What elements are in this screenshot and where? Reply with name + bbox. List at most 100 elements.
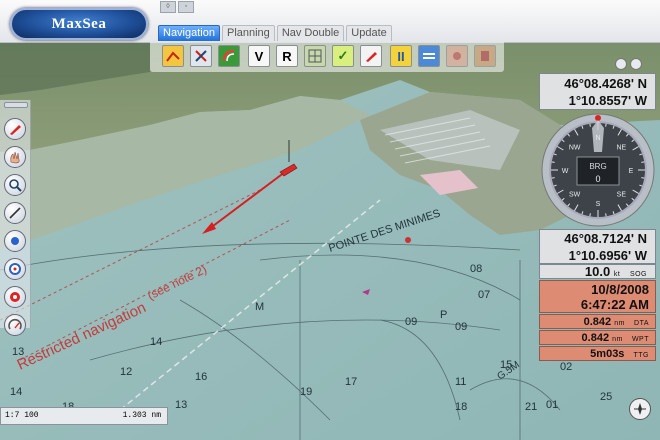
lifebuoy-icon[interactable] [4, 286, 26, 308]
compass-widget[interactable]: BRG 0 N NE E SE S SW W NW [540, 112, 656, 228]
wpt-panel: 0.842 nm WPT [539, 330, 656, 345]
sounding-label: 13 [175, 399, 187, 411]
compass-tick [605, 213, 607, 217]
sounding-label: 19 [300, 386, 312, 398]
cursor-lat: 46°08.4268' N [564, 76, 647, 91]
arrival-icon[interactable] [474, 45, 496, 67]
date-value: 10/8/2008 [591, 282, 649, 297]
dta-unit: nm [614, 320, 625, 327]
wpt-label: WPT [631, 336, 649, 343]
sounding-label: 18 [455, 401, 467, 413]
route-pen-icon[interactable] [4, 118, 26, 140]
route-icon[interactable] [162, 45, 184, 67]
scale-ratio: 1:7 100 [5, 411, 39, 420]
ttg-value: 5m03s [590, 348, 625, 360]
ttg-label: TTG [633, 352, 649, 359]
tab-bar: Navigation Planning Nav Double Update [158, 25, 392, 41]
compass-cardinal-label: NE [616, 145, 626, 152]
tab-navigation[interactable]: Navigation [158, 25, 220, 41]
compass-tick [641, 161, 645, 163]
compass-cardinal-label: E [629, 168, 634, 175]
ship-lat: 46°08.7124' N [564, 231, 647, 246]
sounding-label: 14 [150, 336, 162, 348]
panel-controls [615, 58, 642, 70]
settings-icon[interactable]: ◦ [178, 1, 194, 13]
sounding-label: 16 [195, 371, 207, 383]
restore-icon[interactable]: ◊ [160, 1, 176, 13]
toolbar-grip[interactable] [4, 102, 28, 108]
sounding-label: 09 [405, 316, 417, 328]
dta-label: DTA [634, 320, 649, 327]
tab-nav-double[interactable]: Nav Double [276, 25, 345, 41]
sounding-label: 13 [12, 346, 24, 358]
compass-cardinal-label: SW [569, 191, 581, 198]
compass-value: 0 [595, 174, 600, 184]
buoy-icon[interactable] [4, 258, 26, 280]
datetime-panel: 10/8/2008 6:47:22 AM [539, 280, 656, 313]
left-toolbar [0, 100, 31, 336]
maxsea-logo[interactable]: MaxSea [10, 8, 148, 40]
cursor-lon: 1°10.8557' W [568, 93, 647, 108]
panel-close-icon[interactable] [630, 58, 642, 70]
sog-value: 10.0 [584, 264, 611, 279]
logo-text: MaxSea [51, 15, 107, 32]
ttg-panel: 5m03s TTG [539, 346, 656, 361]
sounding-label: 11 [455, 376, 466, 388]
compass-tick [589, 213, 591, 217]
top-bar: MaxSea ◊ ◦ Navigation Planning Nav Doubl… [0, 0, 660, 43]
compass-label: BRG [589, 162, 606, 171]
compass-cardinal-label: S [596, 201, 601, 208]
window-buttons: ◊ ◦ [160, 1, 194, 13]
sounding-label: 02 [560, 361, 572, 373]
sog-unit: kt [613, 271, 621, 278]
sounding-label: 01 [546, 399, 558, 411]
checkmark-icon[interactable]: ✓ [332, 45, 354, 67]
tab-planning[interactable]: Planning [221, 25, 275, 41]
compass-tick [551, 177, 555, 179]
sounding-label: 14 [10, 386, 22, 398]
time-value: 6:47:22 AM [580, 297, 649, 312]
pause-icon[interactable]: II [390, 45, 412, 67]
mark-icon[interactable] [4, 230, 26, 252]
sounding-label: 07 [478, 289, 490, 301]
wpt-unit: nm [612, 336, 623, 343]
marker-icon[interactable] [360, 45, 382, 67]
sounding-label: 15 [500, 359, 512, 371]
sounding-label: 21 [525, 401, 537, 413]
chart-grid-icon[interactable] [304, 45, 326, 67]
north-up-icon[interactable] [629, 398, 651, 420]
compass-cardinal-label: SE [617, 191, 627, 198]
measure-icon[interactable] [4, 202, 26, 224]
sounding-label: 08 [470, 263, 482, 275]
sog-panel: 10.0 kt SOG [539, 264, 656, 279]
cursor-position-panel: 46°08.4268' N 1°10.8557' W [539, 73, 656, 110]
sounding-label: M [255, 301, 264, 313]
compass-tick [589, 123, 591, 127]
wpt-value: 0.842 [581, 332, 610, 344]
sounding-label: 12 [120, 366, 132, 378]
sounding-label: 25 [600, 391, 612, 403]
vector-v-icon[interactable]: V [248, 45, 270, 67]
sounding-label: 17 [345, 376, 357, 388]
ship-lon: 1°10.6956' W [568, 248, 647, 263]
range-gauge-icon[interactable] [4, 314, 26, 336]
compass-cardinal-label: W [562, 168, 569, 175]
sounding-label: 09 [455, 321, 467, 333]
compass-tick [605, 123, 607, 127]
layers-icon[interactable] [418, 45, 440, 67]
compass-cardinal-label: NW [569, 145, 581, 152]
scale-bar: 1:7 100 1.303 nm [0, 407, 168, 425]
radar-icon[interactable] [218, 45, 240, 67]
range-r-icon[interactable]: R [276, 45, 298, 67]
sog-label: SOG [629, 271, 647, 278]
compass-tick [641, 177, 645, 179]
zoom-icon[interactable] [4, 174, 26, 196]
tab-update[interactable]: Update [346, 25, 392, 41]
dta-panel: 0.842 nm DTA [539, 314, 656, 329]
waypoint-icon[interactable] [446, 45, 468, 67]
compass-tick [551, 161, 555, 163]
scale-distance: 1.303 nm [122, 411, 161, 420]
panel-settings-icon[interactable] [615, 58, 627, 70]
hand-pan-icon[interactable] [4, 146, 26, 168]
compass-tool-icon[interactable] [190, 45, 212, 67]
